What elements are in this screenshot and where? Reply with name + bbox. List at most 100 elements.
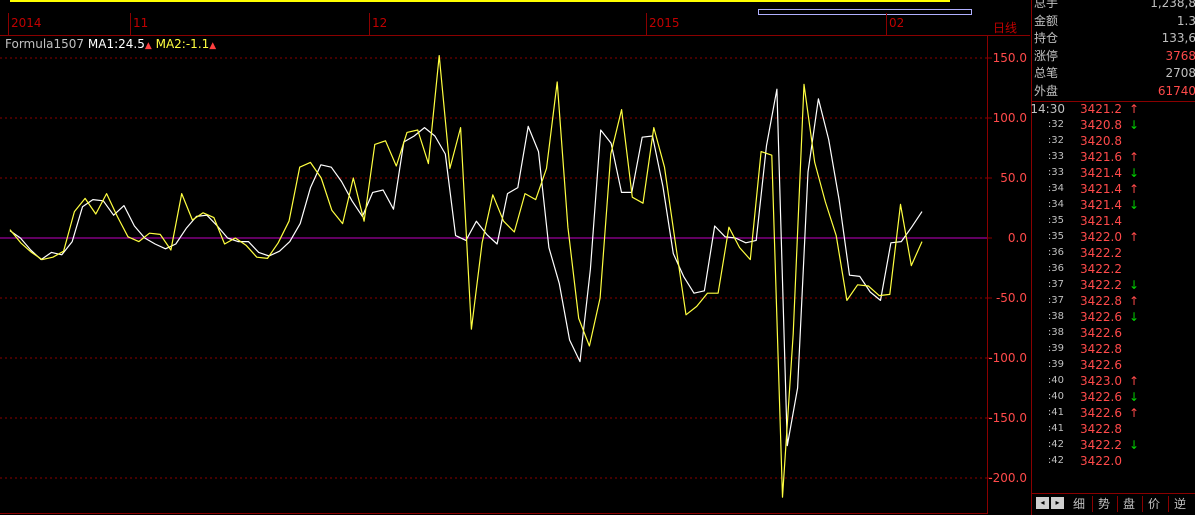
tick-row[interactable]: :39 3422.8 (1032, 341, 1195, 357)
chart-area: 2014 11 12 2015 02 日线 Formula1507 MA1:24… (0, 0, 1030, 515)
timeline-tick: 12 (372, 16, 388, 30)
tick-time: :32 (1047, 119, 1064, 130)
quote-value: 3768 (1165, 48, 1195, 63)
tick-row[interactable]: :36 3422.2 (1032, 245, 1195, 261)
tick-time: :36 (1047, 247, 1064, 258)
down-arrow-icon: ↓ (1129, 278, 1140, 292)
tick-price: 3421.4 (1080, 214, 1122, 228)
tick-row[interactable]: :42 3422.2 ↓ (1032, 437, 1195, 453)
tick-time: :37 (1047, 279, 1064, 290)
tick-row[interactable]: :37 3422.8 ↑ (1032, 293, 1195, 309)
tick-row[interactable]: :33 3421.6 ↑ (1032, 149, 1195, 165)
tick-row[interactable]: :34 3421.4 ↑ (1032, 181, 1195, 197)
up-arrow-icon: ↑ (1129, 374, 1140, 388)
tick-time: :37 (1047, 295, 1064, 306)
tick-price: 3422.0 (1080, 230, 1122, 244)
tick-row[interactable]: :38 3422.6 (1032, 325, 1195, 341)
tick-price: 3422.2 (1080, 262, 1122, 276)
quote-label: 总笔 (1034, 66, 1059, 80)
quote-row: 涨停 3768 (1032, 47, 1195, 66)
up-arrow-icon: ↑ (1129, 182, 1140, 196)
period-label[interactable]: 日线 (993, 19, 1017, 36)
tick-time: :34 (1047, 183, 1064, 194)
tick-row[interactable]: :41 3422.6 ↑ (1032, 405, 1195, 421)
y-tick-label: -100.0 (988, 351, 1027, 365)
ma2-label: MA2:-1.1 (155, 37, 210, 51)
ma1-label: MA1:24.5 (87, 37, 145, 51)
tick-time: 14:30 (1030, 102, 1065, 116)
tick-row[interactable]: :32 3420.8 (1032, 133, 1195, 149)
tick-price: 3422.2 (1080, 246, 1122, 260)
tab-trend[interactable]: 势 (1092, 496, 1115, 512)
tick-price: 3422.8 (1080, 422, 1122, 436)
tab-detail[interactable]: 细 (1069, 496, 1089, 512)
tick-time: :40 (1047, 391, 1064, 402)
tab-reverse[interactable]: 逆 (1168, 496, 1191, 512)
down-arrow-icon: ↓ (1129, 118, 1140, 132)
tick-price: 3422.6 (1080, 326, 1122, 340)
timeline-tick: 02 (889, 16, 905, 30)
tick-price: 3422.6 (1080, 310, 1122, 324)
down-arrow-icon: ↓ (1129, 310, 1140, 324)
tick-time: :32 (1047, 135, 1064, 146)
tick-row[interactable]: :37 3422.2 ↓ (1032, 277, 1195, 293)
tick-time: :38 (1047, 327, 1064, 338)
quote-panel: 总手 1,238,8 金额 1.3 持仓 133,6 涨停 3768 总笔 2708 外盘 61740… (1030, 0, 1195, 515)
tick-row[interactable]: :35 3421.4 (1032, 213, 1195, 229)
tick-time: :42 (1047, 439, 1064, 450)
tick-price: 3420.8 (1080, 118, 1122, 132)
tick-price: 3422.8 (1080, 342, 1122, 356)
tick-row[interactable]: :32 3420.8 ↓ (1032, 117, 1195, 133)
tick-price: 3421.4 (1080, 198, 1122, 212)
tick-row[interactable]: :35 3422.0 ↑ (1032, 229, 1195, 245)
tick-price: 3422.6 (1080, 406, 1122, 420)
tick-time: :38 (1047, 311, 1064, 322)
ma1-arrow-icon: ▲ (144, 41, 152, 51)
tick-row[interactable]: 14:30 3421.2 ↑ (1030, 101, 1195, 117)
tick-time: :33 (1047, 151, 1064, 162)
timeline-tick: 2014 (11, 16, 42, 30)
timeline: 2014 11 12 2015 02 日线 (0, 0, 1030, 36)
tab-book[interactable]: 盘 (1117, 496, 1140, 512)
tick-row[interactable]: :38 3422.6 ↓ (1032, 309, 1195, 325)
tick-row[interactable]: :33 3421.4 ↓ (1032, 165, 1195, 181)
y-tick-label: -50.0 (996, 291, 1027, 305)
tick-price: 3422.6 (1080, 358, 1122, 372)
quote-label: 涨停 (1034, 48, 1059, 63)
tick-row[interactable]: :40 3422.6 ↓ (1032, 389, 1195, 405)
quote-value: 2708 (1165, 66, 1195, 80)
nav-left-button[interactable]: ◂ (1036, 497, 1049, 509)
tick-price: 3421.2 (1080, 102, 1122, 116)
tick-time: :33 (1047, 167, 1064, 178)
tab-price[interactable]: 价 (1142, 496, 1165, 512)
tick-row[interactable]: :39 3422.6 (1032, 357, 1195, 373)
bottom-tabs: ◂ ▸ 细 势 盘 价 逆 (1032, 493, 1195, 514)
tick-price: 3422.6 (1080, 390, 1122, 404)
quote-label: 持仓 (1034, 31, 1059, 45)
down-arrow-icon: ↓ (1129, 166, 1140, 180)
down-arrow-icon: ↓ (1129, 198, 1140, 212)
tick-time: :39 (1047, 343, 1064, 354)
tick-row[interactable]: :42 3422.0 (1032, 453, 1195, 469)
tick-price: 3422.2 (1080, 438, 1122, 452)
tick-time: :39 (1047, 359, 1064, 370)
quote-row: 总笔 2708 (1032, 64, 1195, 83)
quote-value: 61740 (1157, 83, 1195, 98)
tick-row[interactable]: :36 3422.2 (1032, 261, 1195, 277)
tick-price: 3423.0 (1080, 374, 1122, 388)
up-arrow-icon: ↑ (1129, 230, 1140, 244)
tick-time: :40 (1047, 375, 1064, 386)
nav-right-button[interactable]: ▸ (1051, 497, 1064, 509)
tick-row[interactable]: :41 3422.8 (1032, 421, 1195, 437)
quote-value: 1.3 (1176, 13, 1195, 28)
tick-price: 3422.8 (1080, 294, 1122, 308)
up-arrow-icon: ↑ (1129, 406, 1140, 420)
tick-time: :34 (1047, 199, 1064, 210)
indicator-name: Formula1507 (5, 37, 85, 51)
tick-row[interactable]: :40 3423.0 ↑ (1032, 373, 1195, 389)
tick-price: 3421.4 (1080, 182, 1122, 196)
quote-value: 133,6 (1161, 31, 1195, 45)
y-tick-label: -150.0 (988, 411, 1027, 425)
tick-row[interactable]: :34 3421.4 ↓ (1032, 197, 1195, 213)
quote-row: 外盘 61740 (1032, 82, 1195, 101)
